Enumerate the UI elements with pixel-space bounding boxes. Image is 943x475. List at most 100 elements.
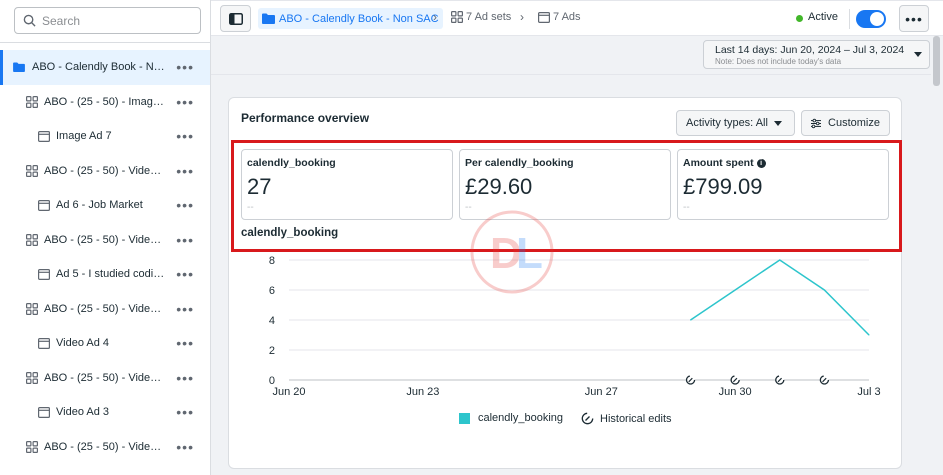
series-line — [690, 259, 870, 336]
tree-item-label: Ad 5 - I studied coding for years — [56, 268, 168, 281]
adset-grid-icon — [26, 302, 38, 315]
breadcrumb-adsets[interactable]: 7 Ad sets — [451, 11, 511, 23]
tree-item-label: ABO - Calendly Book - Non SAC — [32, 61, 167, 74]
breadcrumb-campaign-label: ABO - Calendly Book - Non SAC — [279, 12, 439, 25]
tree-item-ad[interactable]: Image Ad 7 ••• — [0, 119, 210, 154]
legend-swatch — [459, 412, 470, 424]
y-tick-label: 8 — [269, 255, 275, 267]
ad-icon — [38, 130, 50, 142]
adset-grid-icon — [26, 95, 38, 108]
more-icon[interactable]: ••• — [176, 95, 194, 109]
ad-icon — [38, 337, 50, 349]
data-point — [779, 259, 781, 261]
search-input[interactable] — [42, 13, 192, 28]
caret-down-icon — [773, 120, 782, 126]
tree-item-ad[interactable]: Ad 6 - Job Market ••• — [0, 188, 210, 223]
breadcrumb-chevron-icon: › — [433, 10, 437, 24]
more-icon[interactable]: ••• — [176, 129, 194, 143]
more-icon[interactable]: ••• — [176, 336, 194, 350]
tree-item-label: ABO - (25 - 50) - Video Ad 3 — [44, 371, 166, 384]
content-divider — [211, 74, 943, 75]
adset-grid-icon — [26, 164, 38, 177]
search-box[interactable] — [14, 7, 201, 34]
more-icon[interactable]: ••• — [176, 60, 194, 74]
more-icon[interactable]: ••• — [176, 198, 194, 212]
caret-down-icon — [914, 52, 922, 57]
status-dot — [796, 15, 803, 22]
main-scrollbar[interactable] — [931, 36, 943, 475]
tree-item-ad[interactable]: Video Ad 4 ••• — [0, 326, 210, 361]
top-bar: ABO - Calendly Book - Non SAC › 7 Ad set… — [211, 0, 943, 36]
data-point — [823, 289, 825, 291]
panel-toggle-button[interactable] — [220, 5, 251, 32]
historical-edit-marker[interactable] — [730, 375, 740, 385]
tree-item-adset[interactable]: ABO - (25 - 50) - Video Ad 6 ••• — [0, 154, 210, 189]
folder-icon — [262, 13, 275, 24]
customize-button[interactable]: Customize — [801, 110, 890, 136]
adset-grid-icon — [26, 371, 38, 384]
more-icon[interactable]: ••• — [176, 440, 194, 454]
tree-item-label: Ad 6 - Job Market — [56, 199, 143, 212]
more-icon[interactable]: ••• — [176, 302, 194, 316]
performance-chart: 02468Jun 20 Jun 23 Jun 27 Jun 30 Jul 3 — [269, 255, 881, 398]
x-tick-label: Jun 27 — [585, 386, 618, 398]
x-tick-label: Jul 3 — [857, 386, 880, 398]
more-icon[interactable]: ••• — [176, 164, 194, 178]
tree-item-adset[interactable]: ABO - (25 - 50) - Video Ad 5 ••• — [0, 223, 210, 258]
more-icon[interactable]: ••• — [176, 267, 194, 281]
legend-series[interactable]: calendly_booking — [459, 412, 563, 424]
breadcrumb-ads-label: 7 Ads — [553, 11, 581, 23]
legend-historical-edits[interactable]: Historical edits — [581, 412, 672, 425]
more-icon[interactable]: ••• — [176, 405, 194, 419]
activity-types-dropdown[interactable]: Activity types: All — [676, 110, 795, 136]
historical-edit-icon — [581, 412, 594, 425]
tree-item-adset[interactable]: ABO - (25 - 50) - Video Ad 3 ••• — [0, 361, 210, 396]
tree-item-campaign[interactable]: ABO - Calendly Book - Non SAC ••• — [0, 50, 210, 85]
tree-item-adset[interactable]: ABO - (25 - 50) - Image Ad 7 ••• — [0, 85, 210, 120]
historical-edit-marker[interactable] — [685, 375, 696, 385]
sidebar: ABO - Calendly Book - Non SAC•••ABO - (2… — [0, 0, 211, 475]
breadcrumb-adsets-label: 7 Ad sets — [466, 11, 512, 23]
date-range-picker[interactable]: Last 14 days: Jun 20, 2024 – Jul 3, 2024… — [703, 40, 930, 69]
x-tick-label: Jun 20 — [272, 386, 305, 398]
tree-item-label: Image Ad 7 — [56, 130, 112, 143]
breadcrumb-ads[interactable]: 7 Ads — [538, 11, 581, 23]
date-range-note: Note: Does not include today's data — [715, 57, 842, 66]
more-icon[interactable]: ••• — [176, 233, 194, 247]
more-options-button[interactable]: ••• — [899, 5, 929, 32]
more-icon: ••• — [905, 10, 923, 27]
search-icon — [23, 14, 36, 27]
folder-icon — [13, 61, 25, 73]
ad-icon — [38, 199, 50, 211]
status-label: Active — [808, 11, 838, 23]
ad-icon — [538, 11, 550, 23]
data-point — [690, 319, 692, 321]
tree-item-label: ABO - (25 - 50) - Video Ad 2 — [44, 440, 166, 453]
tree-item-label: Video Ad 3 — [56, 406, 110, 419]
tree-item-label: Video Ad 4 — [56, 337, 110, 350]
tree-item-label: ABO - (25 - 50) - Image Ad 7 — [44, 95, 166, 108]
x-tick-label: Jun 23 — [406, 386, 439, 398]
y-tick-label: 6 — [269, 285, 275, 297]
tree-item-label: ABO - (25 - 50) - Video Ad 5 — [44, 233, 166, 246]
tree-item-ad[interactable]: Ad 5 - I studied coding for years ••• — [0, 257, 210, 292]
campaign-tree: ABO - Calendly Book - Non SAC•••ABO - (2… — [0, 50, 210, 464]
tree-item-adset[interactable]: ABO - (25 - 50) - Video Ad 4 ••• — [0, 292, 210, 327]
more-icon[interactable]: ••• — [176, 371, 194, 385]
breadcrumb-campaign[interactable]: ABO - Calendly Book - Non SAC — [258, 8, 443, 29]
historical-edit-marker[interactable] — [819, 375, 830, 385]
customize-label: Customize — [828, 117, 880, 129]
historical-edit-marker[interactable] — [775, 375, 785, 385]
legend-edits-label: Historical edits — [600, 412, 672, 425]
activity-types-label: Activity types: All — [686, 117, 768, 129]
tree-item-adset[interactable]: ABO - (25 - 50) - Video Ad 2 ••• — [0, 430, 210, 465]
y-tick-label: 2 — [269, 345, 275, 357]
data-point — [868, 334, 870, 336]
tree-item-ad[interactable]: Video Ad 3 ••• — [0, 395, 210, 430]
sidebar-panel-icon — [228, 12, 243, 25]
ad-icon — [38, 406, 50, 418]
adset-grid-icon — [451, 11, 463, 23]
campaign-toggle[interactable] — [856, 10, 886, 28]
scrollbar-thumb[interactable] — [933, 36, 940, 86]
legend-series-label: calendly_booking — [478, 412, 564, 424]
